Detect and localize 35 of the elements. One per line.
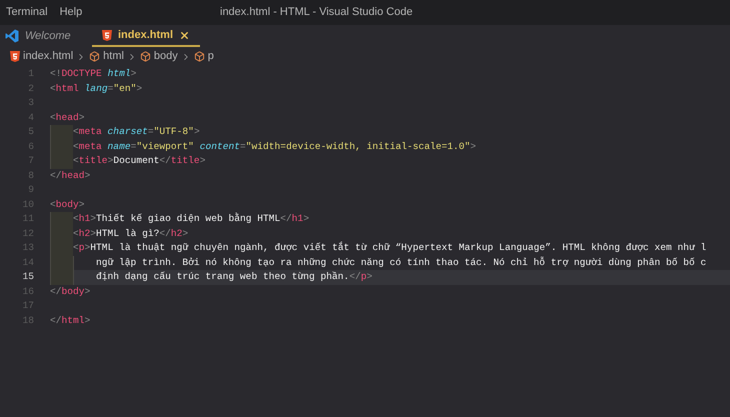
- menu-item[interactable]: Help: [60, 4, 82, 21]
- cube-icon: [140, 51, 151, 62]
- close-icon[interactable]: [179, 30, 190, 40]
- code-line: <h1>Thiết kế giao diện web bằng HTML</h1>: [73, 212, 310, 226]
- indent-guide: [50, 154, 73, 168]
- code-line: <p>HTML là thuật ngữ chuyên ngành, được viết tắt từ chữ “Hypertext Markup Language”. HTML không được xem như l: [73, 241, 706, 256]
- indent-guide: [50, 212, 73, 226]
- code-line: <meta name="viewport" content="width=device-width, initial-scale=1.0">: [73, 140, 476, 154]
- indent-guide: [50, 125, 73, 140]
- html-file-icon: [10, 51, 20, 62]
- line-number: 15: [21, 270, 34, 284]
- code-line: <body>: [50, 198, 85, 212]
- code-line: định dạng cấu trúc trang web theo từng phần.</p>: [96, 270, 372, 284]
- cube-icon: [89, 51, 100, 62]
- cube-icon: [194, 51, 205, 62]
- code-line: </html>: [50, 314, 90, 328]
- editor-tab[interactable]: Welcome: [0, 25, 80, 47]
- code-line: <!DOCTYPE html>: [50, 67, 136, 82]
- breadcrumb-item[interactable]: index.html: [23, 48, 74, 65]
- window-title: index.html - HTML - Visual Studio Code: [220, 5, 413, 20]
- breadcrumb-item[interactable]: body: [154, 48, 178, 65]
- code-line: <h2>HTML là gì?</h2>: [73, 226, 188, 241]
- code-line: </body>: [50, 284, 90, 299]
- menu-item[interactable]: Terminal: [6, 4, 48, 21]
- code-line: </head>: [50, 168, 90, 183]
- editor-logo-icon: [5, 29, 19, 43]
- code-line: <head>: [50, 110, 85, 125]
- code-line: <html lang="en">: [50, 82, 142, 96]
- code-line: ngữ lập trình. Bởi nó không tạo ra những chức năng có tính thao tác. Nó chỉ hỗ trợ người dùng phân bố bố c: [96, 256, 706, 270]
- html-file-icon: [102, 30, 112, 40]
- code-line: <meta charset="UTF-8">: [73, 125, 200, 140]
- editor-tab[interactable]: index.html: [92, 25, 200, 47]
- breadcrumb-item[interactable]: html: [103, 48, 124, 65]
- code-line: <title>Document</title>: [73, 154, 206, 168]
- breadcrumb-item[interactable]: p: [208, 48, 214, 65]
